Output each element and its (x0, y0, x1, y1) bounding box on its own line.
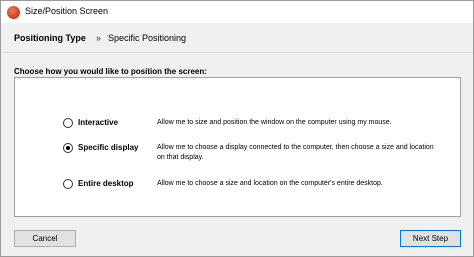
breadcrumb-current: Specific Positioning (108, 33, 187, 43)
next-step-button[interactable]: Next Step (400, 230, 461, 247)
interactive-description: Allow me to size and position the window… (157, 119, 392, 126)
positioning-options-panel: Interactive Allow me to size and positio… (14, 77, 461, 217)
title-bar: Size/Position Screen (1, 1, 473, 23)
entire-desktop-description: Allow me to choose a size and location o… (157, 180, 383, 187)
interactive-label[interactable]: Interactive (78, 118, 118, 127)
option-interactive[interactable]: Interactive Allow me to size and positio… (15, 116, 460, 142)
option-specific-display[interactable]: Specific display Allow me to choose a di… (15, 141, 460, 167)
breadcrumb-parent: Positioning Type (14, 33, 86, 43)
specific-display-radio[interactable] (63, 143, 73, 153)
breadcrumb-separator: » (96, 33, 102, 43)
breadcrumb: Positioning Type » Specific Positioning (1, 23, 473, 53)
specific-display-description: Allow me to choose a display connected t… (157, 144, 434, 161)
option-entire-desktop[interactable]: Entire desktop Allow me to choose a size… (15, 177, 460, 203)
specific-display-label[interactable]: Specific display (78, 143, 138, 152)
entire-desktop-radio[interactable] (63, 179, 73, 189)
window-title: Size/Position Screen (25, 6, 109, 16)
app-logo-icon (7, 6, 20, 19)
entire-desktop-label[interactable]: Entire desktop (78, 179, 134, 188)
cancel-button[interactable]: Cancel (14, 230, 76, 247)
position-prompt: Choose how you would like to position th… (14, 67, 207, 76)
interactive-radio[interactable] (63, 118, 73, 128)
size-position-dialog: Size/Position Screen Positioning Type » … (0, 0, 474, 257)
